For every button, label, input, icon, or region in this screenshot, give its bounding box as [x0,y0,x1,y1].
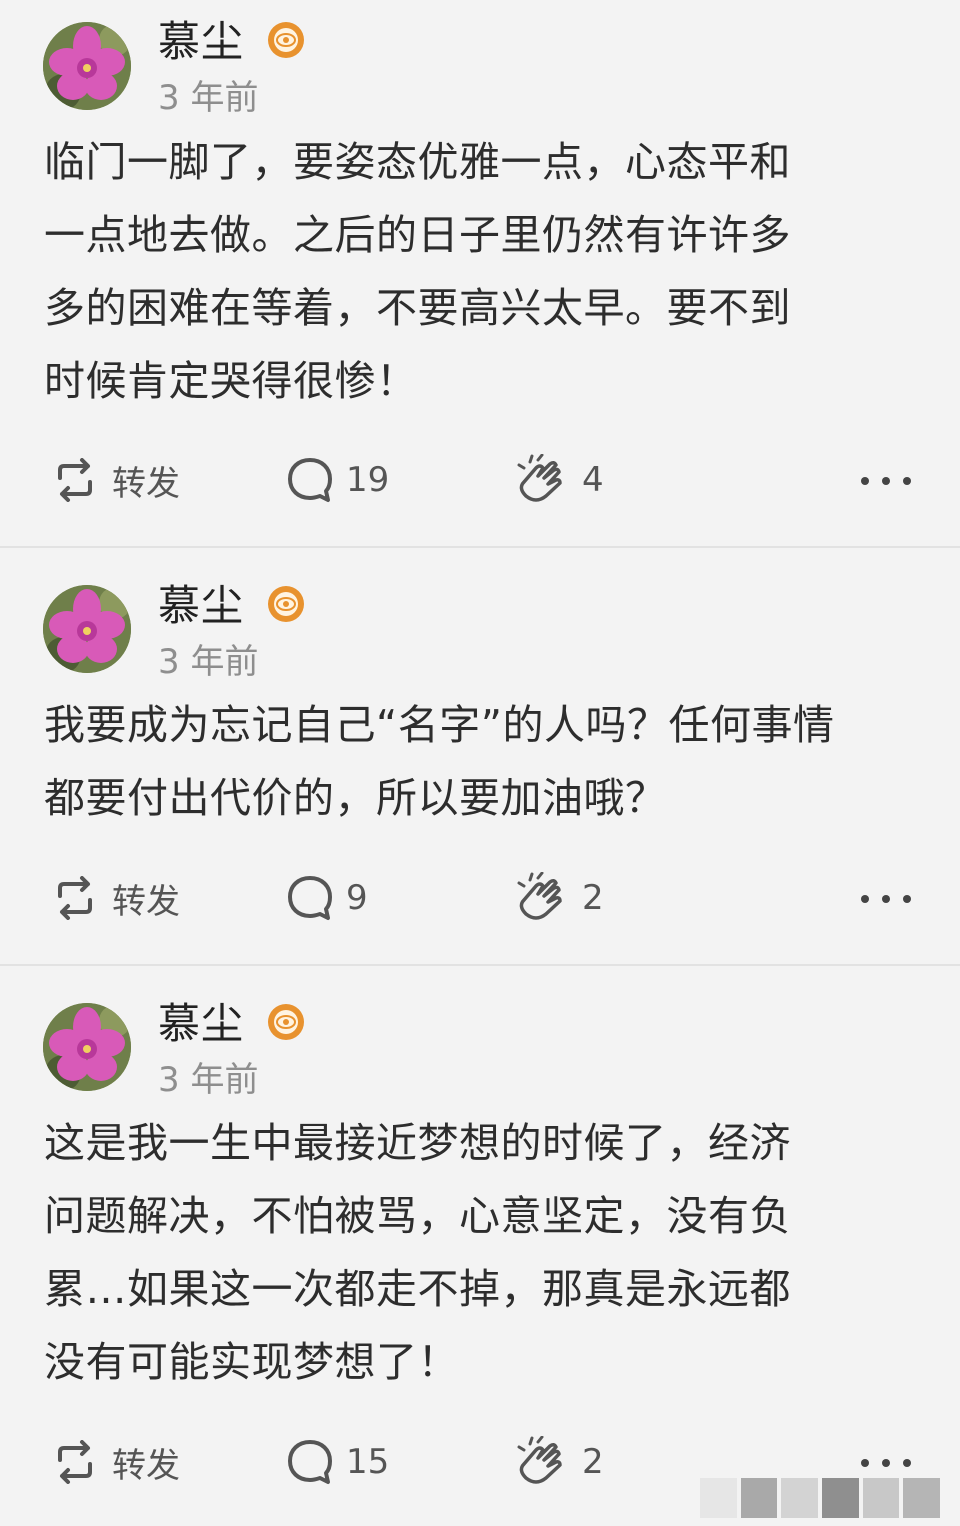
clap-icon [517,872,562,920]
pink-flower-avatar-icon [43,22,131,110]
like-count: 2 [582,1442,604,1482]
post-text: 临门一脚了，要姿态优雅一点，心态平和 一点地去做。之后的日子里仍然有许许多 多的… [44,138,791,405]
comment-icon [288,1440,332,1484]
like-button[interactable]: 2 [516,1436,604,1487]
post-text: 这是我一生中最接近梦想的时候了，经济 问题解决，不怕被骂，心意坚定，没有负 累…… [44,1119,791,1386]
more-icon[interactable] [858,1456,914,1470]
repost-button[interactable]: 转发 [50,1437,180,1487]
like-count: 4 [582,460,604,500]
comment-count: 9 [346,878,368,918]
pink-flower-avatar-icon [43,585,131,673]
repost-icon [58,1440,92,1484]
post-time: 3 年前 [158,1060,259,1100]
repost-label: 转发 [112,1445,180,1486]
author-name[interactable]: 慕尘 [158,18,244,66]
post-1: 慕尘 3 年前 临门一脚了，要姿态优雅一点，心态平和 一点地去做。之后的日子里仍… [0,0,960,546]
comment-icon [288,876,332,920]
post-2: 慕尘 3 年前 我要成为忘记自己“名字”的人吗？任何事情 都要付出代价的，所以要… [0,548,960,964]
watermark [700,1478,941,1518]
like-button[interactable]: 2 [516,872,604,923]
more-icon[interactable] [858,474,914,488]
post-time: 3 年前 [158,78,259,118]
post-3: 慕尘 3 年前 这是我一生中最接近梦想的时候了，经济 问题解决，不怕被骂，心意坚… [0,966,960,1526]
post-time: 3 年前 [158,642,259,682]
comment-button[interactable]: 19 [286,455,389,505]
repost-label: 转发 [112,463,180,504]
comment-count: 15 [346,1442,390,1482]
post-text: 我要成为忘记自己“名字”的人吗？任何事情 都要付出代价的，所以要加油哦？ [44,701,835,822]
clap-icon [517,1436,562,1484]
like-count: 2 [582,878,604,918]
avatar[interactable] [43,22,131,110]
comment-icon [288,458,332,502]
pink-flower-avatar-icon [43,1003,131,1091]
badge-icon [266,584,306,624]
badge-icon [266,20,306,60]
comment-count: 19 [346,460,390,500]
repost-icon [58,458,92,502]
badge-icon [266,1002,306,1042]
comment-button[interactable]: 15 [286,1437,389,1487]
more-icon[interactable] [858,892,914,906]
author-name[interactable]: 慕尘 [158,1000,244,1048]
repost-button[interactable]: 转发 [50,455,180,505]
clap-icon [517,454,562,502]
repost-label: 转发 [112,881,180,922]
avatar[interactable] [43,585,131,673]
like-button[interactable]: 4 [516,454,604,505]
repost-icon [58,876,92,920]
avatar[interactable] [43,1003,131,1091]
author-name[interactable]: 慕尘 [158,582,244,630]
comment-button[interactable]: 9 [286,873,368,923]
repost-button[interactable]: 转发 [50,873,180,923]
